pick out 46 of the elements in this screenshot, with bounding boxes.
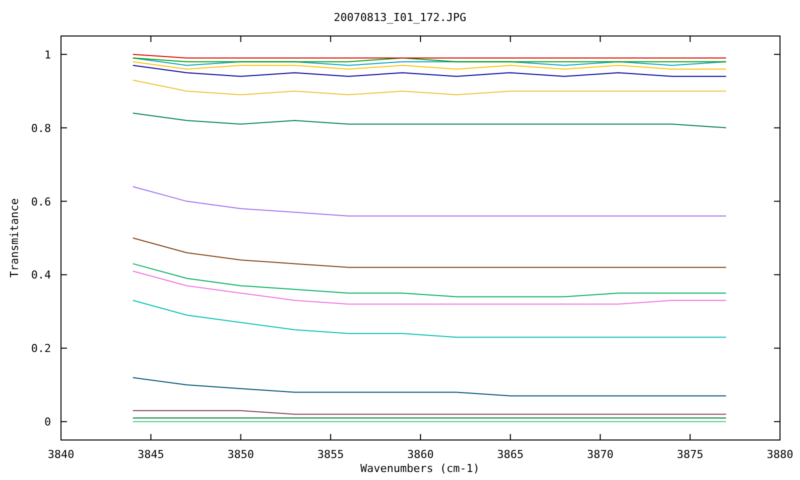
y-tick-label: 1 [44, 48, 51, 62]
tick-mark [510, 36, 511, 42]
tick-mark [690, 434, 691, 440]
tick-mark [60, 200, 68, 202]
tick-mark [60, 274, 68, 276]
tick-mark [60, 421, 68, 422]
y-tick-label: 0.8 [31, 122, 51, 135]
tick-mark [510, 434, 511, 440]
x-tick-label: 3840 [48, 448, 74, 461]
y-tick-label: 0 [44, 416, 51, 429]
tick-mark [420, 36, 421, 42]
tick-mark [690, 36, 691, 42]
x-tick-label: 3860 [407, 448, 434, 461]
tick-mark [240, 434, 242, 440]
tick-mark [774, 54, 780, 55]
x-tick-label: 3870 [587, 448, 614, 461]
tick-mark [600, 36, 601, 42]
y-tick-label: 0.6 [31, 195, 51, 208]
tick-mark [60, 434, 62, 440]
tick-mark [60, 36, 62, 42]
chart-title: 20070813_I01_172.JPG [334, 11, 466, 24]
x-tick-label: 3855 [317, 448, 344, 461]
tick-mark [600, 434, 601, 440]
x-axis-label: Wavenumbers (cm-1) [360, 462, 480, 475]
tick-mark [330, 36, 332, 42]
tick-mark [774, 200, 780, 202]
x-tick-label: 3850 [228, 448, 254, 461]
y-tick-label: 0.4 [31, 268, 51, 282]
tick-mark [150, 36, 152, 42]
x-tick-label: 3865 [497, 448, 524, 461]
x-tick-label: 3880 [766, 448, 794, 461]
tick-mark [60, 127, 68, 128]
y-axis-label: Transmitance [8, 198, 21, 278]
tick-mark [60, 348, 68, 349]
tick-mark [420, 434, 421, 440]
tick-mark [774, 421, 780, 422]
tick-mark [60, 54, 68, 55]
y-tick-label: 0.2 [31, 342, 51, 356]
tick-mark [150, 434, 152, 440]
tick-mark [240, 36, 242, 42]
tick-mark [774, 127, 780, 128]
tick-mark [774, 348, 780, 349]
tick-mark [330, 434, 332, 440]
tick-mark [774, 274, 780, 276]
x-tick-label: 3875 [676, 448, 704, 461]
x-tick-label: 3845 [138, 448, 164, 461]
